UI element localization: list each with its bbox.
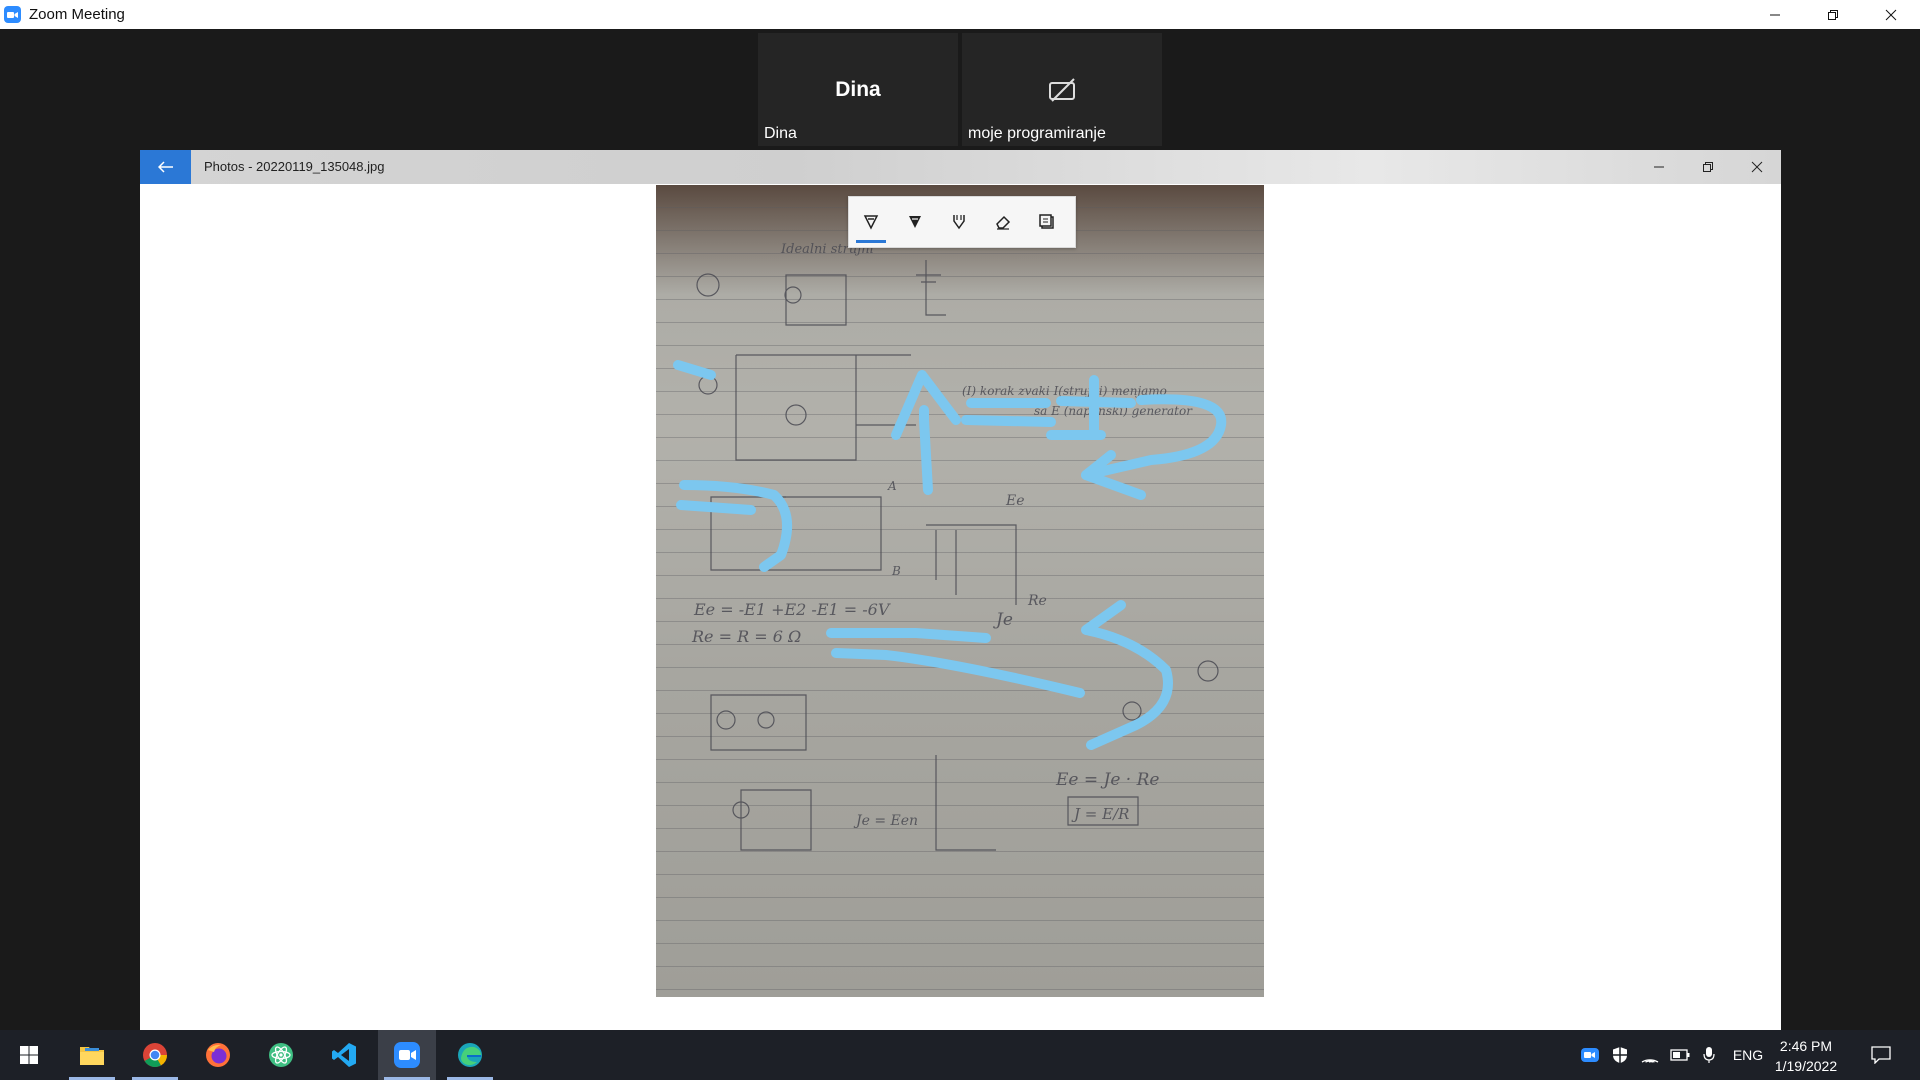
- taskbar-zoom[interactable]: [378, 1030, 436, 1080]
- edge-icon: [458, 1043, 482, 1067]
- taskbar-vscode[interactable]: [315, 1030, 373, 1080]
- tray-zoom-icon[interactable]: [1578, 1030, 1602, 1080]
- photos-titlebar: Photos - 20220119_135048.jpg: [140, 150, 1781, 184]
- microphone-icon[interactable]: [1697, 1030, 1721, 1080]
- ruler-tool[interactable]: [1025, 197, 1069, 247]
- wifi-icon[interactable]: [1638, 1030, 1662, 1080]
- ruler-icon: [1039, 214, 1054, 229]
- restore-button[interactable]: [1804, 0, 1862, 29]
- battery-icon[interactable]: [1668, 1030, 1692, 1080]
- firefox-icon: [206, 1043, 230, 1067]
- notebook-drawing: Idealni strujni (I) korak zvaki I(strujn…: [673, 242, 1227, 851]
- back-button[interactable]: [140, 150, 191, 184]
- taskbar-file-explorer[interactable]: [63, 1030, 121, 1080]
- handwriting-text: Re: [1027, 593, 1047, 609]
- handwriting-text: Je = Een: [853, 813, 918, 829]
- eraser-tool[interactable]: [981, 197, 1025, 247]
- participant-label: moje programiranje: [968, 125, 1106, 142]
- taskbar-firefox[interactable]: [189, 1030, 247, 1080]
- photos-close-button[interactable]: [1732, 150, 1781, 184]
- participant-tile-dina[interactable]: Dina Dina: [758, 33, 958, 146]
- highlighter-icon: [953, 215, 965, 230]
- taskbar-atom[interactable]: [252, 1030, 310, 1080]
- start-button[interactable]: [0, 1030, 58, 1080]
- language-indicator[interactable]: ENG: [1728, 1030, 1768, 1080]
- chrome-icon: [143, 1043, 167, 1068]
- vscode-icon: [332, 1043, 356, 1067]
- defender-shield-icon[interactable]: [1608, 1030, 1632, 1080]
- atom-icon: [269, 1043, 293, 1067]
- photos-title: Photos - 20220119_135048.jpg: [204, 159, 385, 174]
- handwriting-text: B: [891, 564, 901, 578]
- notification-icon: [1871, 1046, 1891, 1064]
- clock-date: 1/19/2022: [1774, 1058, 1838, 1074]
- notebook-photo[interactable]: Idealni strujni (I) korak zvaki I(strujn…: [656, 185, 1264, 997]
- folder-icon: [80, 1047, 104, 1065]
- photos-restore-button[interactable]: [1683, 150, 1732, 184]
- window-title: Zoom Meeting: [29, 6, 125, 23]
- zoom-logo-icon: [4, 6, 21, 23]
- taskbar-edge[interactable]: [441, 1030, 499, 1080]
- ink-annotations: [673, 360, 1227, 750]
- photos-window: Photos - 20220119_135048.jpg Idealni str…: [140, 150, 1781, 1030]
- pencil-tool[interactable]: [893, 197, 937, 247]
- ballpoint-pen-icon: [863, 215, 879, 230]
- handwriting-text: A: [887, 479, 897, 493]
- handwriting-text: Ee: [1005, 493, 1025, 509]
- zoom-icon: [394, 1042, 420, 1068]
- camera-off-icon: [962, 77, 1162, 103]
- highlighter-tool[interactable]: [937, 197, 981, 247]
- minimize-button[interactable]: [1746, 0, 1804, 29]
- handwriting-text: Ee = -E1 +E2 -E1 = -6V: [693, 600, 891, 619]
- zoom-titlebar: Zoom Meeting: [0, 0, 1920, 29]
- clock-time: 2:46 PM: [1779, 1038, 1833, 1054]
- handwriting-text: Ee = Je · Re: [1055, 770, 1159, 790]
- taskbar-chrome[interactable]: [126, 1030, 184, 1080]
- photos-minimize-button[interactable]: [1634, 150, 1683, 184]
- participant-label: Dina: [764, 125, 797, 142]
- handwriting-text: J = E/R: [1071, 805, 1129, 823]
- eraser-icon: [996, 215, 1011, 230]
- windows-icon: [20, 1046, 38, 1064]
- handwriting-text: Re = R = 6 Ω: [691, 627, 801, 646]
- photos-window-controls: [1634, 150, 1781, 184]
- participant-tile-moje-programiranje[interactable]: moje programiranje: [962, 33, 1162, 146]
- taskbar: ENG 2:46 PM 1/19/2022: [0, 1030, 1920, 1080]
- close-button[interactable]: [1862, 0, 1920, 29]
- pencil-icon: [909, 216, 921, 228]
- participant-name: Dina: [835, 78, 881, 101]
- ballpoint-pen-tool[interactable]: [849, 197, 893, 247]
- ink-toolbar: [848, 196, 1076, 248]
- handwriting-text: (I) korak zvaki I(strujni) menjamo: [962, 384, 1167, 398]
- handwriting-text: Je: [993, 610, 1013, 630]
- notifications-button[interactable]: [1862, 1030, 1900, 1080]
- clock[interactable]: 2:46 PM 1/19/2022: [1766, 1036, 1846, 1076]
- window-controls: [1746, 0, 1920, 29]
